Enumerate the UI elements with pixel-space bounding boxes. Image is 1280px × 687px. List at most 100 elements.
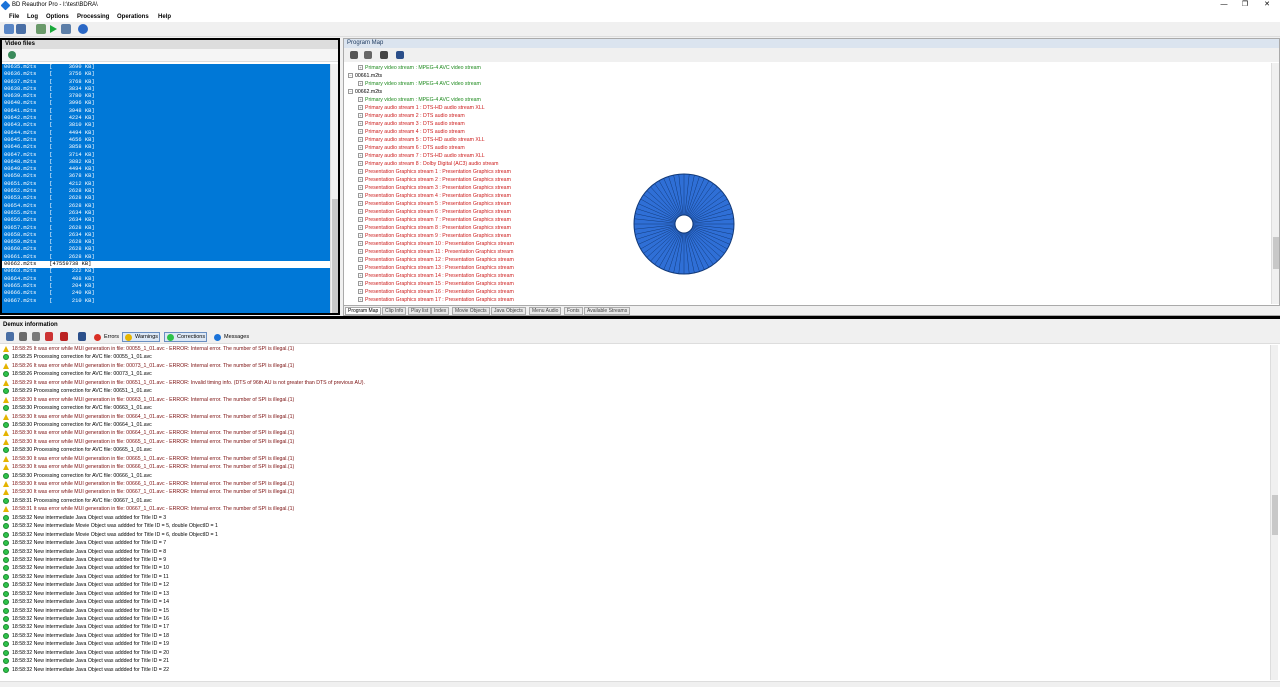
video-file-row[interactable]: 00640.m2ts [ 3996 KB]	[2, 100, 332, 107]
program-map-scrollbar[interactable]	[1271, 63, 1279, 304]
stop-icon[interactable]	[60, 332, 68, 341]
expand-toggle-icon[interactable]: −	[348, 73, 353, 79]
video-file-row[interactable]: 00636.m2ts [ 3756 KB]	[2, 71, 332, 78]
log-row[interactable]: 18:58:30 It was error while MUI generati…	[2, 455, 1267, 463]
tree-node[interactable]: −00661.m2ts	[348, 72, 1268, 80]
log-row[interactable]: 18:58:32 New intermediate Java Object wa…	[2, 556, 1267, 564]
log-row[interactable]: 18:58:32 New intermediate Java Object wa…	[2, 632, 1267, 640]
menu-log[interactable]: Log	[27, 13, 38, 21]
menu-file[interactable]: File	[9, 13, 19, 21]
video-file-row[interactable]: 00637.m2ts [ 3768 KB]	[2, 79, 332, 86]
expand-toggle-icon[interactable]: +	[358, 273, 363, 279]
menu-operations[interactable]: Operations	[117, 13, 149, 21]
tree-node[interactable]: + Presentation Graphics stream 14 : Prese…	[348, 272, 1268, 280]
expand-toggle-icon[interactable]: +	[358, 161, 363, 167]
play-icon[interactable]	[50, 25, 57, 33]
expand-toggle-icon[interactable]: +	[358, 241, 363, 247]
expand-toggle-icon[interactable]: +	[358, 121, 363, 127]
tab-program-map[interactable]: Program Map	[345, 307, 382, 315]
program-map-scroll-thumb[interactable]	[1273, 237, 1279, 269]
video-file-row[interactable]: 00662.m2ts [47559738 KB]	[2, 261, 332, 269]
close-button[interactable]: ✕	[1256, 0, 1278, 11]
pane-splitter[interactable]	[0, 316, 1280, 319]
video-file-row[interactable]: 00651.m2ts [ 4212 KB]	[2, 181, 332, 188]
video-files-scrollbar[interactable]	[330, 64, 338, 313]
log-row[interactable]: 18:58:32 New intermediate Java Object wa…	[2, 607, 1267, 615]
video-file-row[interactable]: 00661.m2ts [ 2628 KB]	[2, 254, 332, 261]
video-file-row[interactable]: 00654.m2ts [ 2628 KB]	[2, 203, 332, 210]
tree-node[interactable]: + Presentation Graphics stream 13 : Prese…	[348, 264, 1268, 272]
filter-messages-button[interactable]: Messages	[211, 332, 249, 342]
log-row[interactable]: 18:58:32 New intermediate Java Object wa…	[2, 657, 1267, 665]
expand-toggle-icon[interactable]: +	[358, 177, 363, 183]
expand-toggle-icon[interactable]: +	[358, 257, 363, 263]
video-file-row[interactable]: 00646.m2ts [ 3858 KB]	[2, 144, 332, 151]
tree-node[interactable]: + Presentation Graphics stream 12 : Prese…	[348, 256, 1268, 264]
expand-toggle-icon[interactable]: +	[358, 97, 363, 103]
expand-all-icon[interactable]	[350, 51, 358, 59]
expand-toggle-icon[interactable]: +	[358, 297, 363, 302]
tree-node[interactable]: + Primary audio stream 5 : DTS-HD audio s…	[348, 136, 1268, 144]
log-row[interactable]: 18:58:30 It was error while MUI generati…	[2, 488, 1267, 496]
log-row[interactable]: 18:58:30 It was error while MUI generati…	[2, 396, 1267, 404]
tab-java-objects[interactable]: Java Objects	[491, 307, 526, 315]
export-icon[interactable]	[380, 51, 388, 59]
video-files-scroll-thumb[interactable]	[332, 199, 338, 313]
tree-node[interactable]: + Presentation Graphics stream 2 : Presen…	[348, 176, 1268, 184]
expand-toggle-icon[interactable]: +	[358, 201, 363, 207]
log-row[interactable]: 18:58:26 It was error while MUI generati…	[2, 362, 1267, 370]
tree-node[interactable]: + Presentation Graphics stream 16 : Prese…	[348, 288, 1268, 296]
demux-scroll-thumb[interactable]	[1272, 495, 1278, 535]
open-folder-icon[interactable]	[4, 24, 14, 34]
expand-toggle-icon[interactable]: +	[358, 249, 363, 255]
expand-toggle-icon[interactable]: +	[358, 153, 363, 159]
tree-node[interactable]: + Presentation Graphics stream 17 : Prese…	[348, 296, 1268, 302]
tree-node[interactable]: + Primary audio stream 8 : Dolby Digital …	[348, 160, 1268, 168]
log-row[interactable]: 18:58:29 Processing correction for AVC f…	[2, 387, 1267, 395]
filter-warnings-button[interactable]: Warnings	[122, 332, 160, 342]
log-row[interactable]: 18:58:32 New intermediate Java Object wa…	[2, 666, 1267, 674]
video-file-row[interactable]: 00653.m2ts [ 2628 KB]	[2, 195, 332, 202]
delete-log-icon[interactable]	[45, 332, 53, 341]
tree-node[interactable]: + Primary video stream : MPEG-4 AVC video…	[348, 96, 1268, 104]
video-file-row[interactable]: 00648.m2ts [ 3882 KB]	[2, 159, 332, 166]
demux-log[interactable]: 18:58:25 It was error while MUI generati…	[2, 345, 1267, 680]
log-row[interactable]: 18:58:32 New intermediate Java Object wa…	[2, 640, 1267, 648]
filter-errors-button[interactable]: Errors	[91, 332, 121, 342]
tree-node[interactable]: + Presentation Graphics stream 5 : Presen…	[348, 200, 1268, 208]
tree-node[interactable]: + Presentation Graphics stream 3 : Presen…	[348, 184, 1268, 192]
expand-toggle-icon[interactable]: +	[358, 65, 363, 71]
tab-index[interactable]: Index	[431, 307, 450, 315]
video-file-row[interactable]: 00645.m2ts [ 4656 KB]	[2, 137, 332, 144]
save-project-icon[interactable]	[16, 24, 26, 34]
expand-toggle-icon[interactable]: +	[358, 289, 363, 295]
expand-toggle-icon[interactable]: +	[358, 281, 363, 287]
log-row[interactable]: 18:58:26 Processing correction for AVC f…	[2, 370, 1267, 378]
log-row[interactable]: 18:58:30 It was error while MUI generati…	[2, 480, 1267, 488]
help-icon[interactable]	[78, 24, 88, 34]
video-file-row[interactable]: 00663.m2ts [ 222 KB]	[2, 268, 332, 275]
log-row[interactable]: 18:58:32 New intermediate Java Object wa…	[2, 623, 1267, 631]
tab-clip-info[interactable]: Clip Info	[382, 307, 407, 315]
tree-node[interactable]: + Presentation Graphics stream 4 : Presen…	[348, 192, 1268, 200]
tree-node[interactable]: + Primary audio stream 7 : DTS-HD audio s…	[348, 152, 1268, 160]
save-map-icon[interactable]	[396, 51, 404, 59]
tab-play-list[interactable]: Play list	[408, 307, 432, 315]
tree-node[interactable]: + Primary audio stream 1 : DTS-HD audio s…	[348, 104, 1268, 112]
tree-node[interactable]: + Presentation Graphics stream 1 : Presen…	[348, 168, 1268, 176]
tree-node[interactable]: + Presentation Graphics stream 11 : Prese…	[348, 248, 1268, 256]
expand-toggle-icon[interactable]: +	[358, 129, 363, 135]
tree-node[interactable]: + Presentation Graphics stream 9 : Presen…	[348, 232, 1268, 240]
log-row[interactable]: 18:58:32 New intermediate Movie Object w…	[2, 531, 1267, 539]
tree-node[interactable]: + Presentation Graphics stream 8 : Presen…	[348, 224, 1268, 232]
tree-node[interactable]: + Presentation Graphics stream 7 : Presen…	[348, 216, 1268, 224]
clear-log-icon[interactable]	[6, 332, 14, 341]
video-file-row[interactable]: 00667.m2ts [ 210 KB]	[2, 298, 332, 305]
program-map-tree[interactable]: + Primary video stream : MPEG-4 AVC video…	[348, 64, 1268, 302]
video-file-row[interactable]: 00639.m2ts [ 3780 KB]	[2, 93, 332, 100]
demux-hscrollbar[interactable]	[0, 681, 1280, 687]
tree-node[interactable]: + Presentation Graphics stream 6 : Presen…	[348, 208, 1268, 216]
log-row[interactable]: 18:58:29 It was error while MUI generati…	[2, 379, 1267, 387]
tab-available-streams[interactable]: Available Streams	[584, 307, 631, 315]
tree-node[interactable]: + Primary audio stream 4 : DTS audio stre…	[348, 128, 1268, 136]
